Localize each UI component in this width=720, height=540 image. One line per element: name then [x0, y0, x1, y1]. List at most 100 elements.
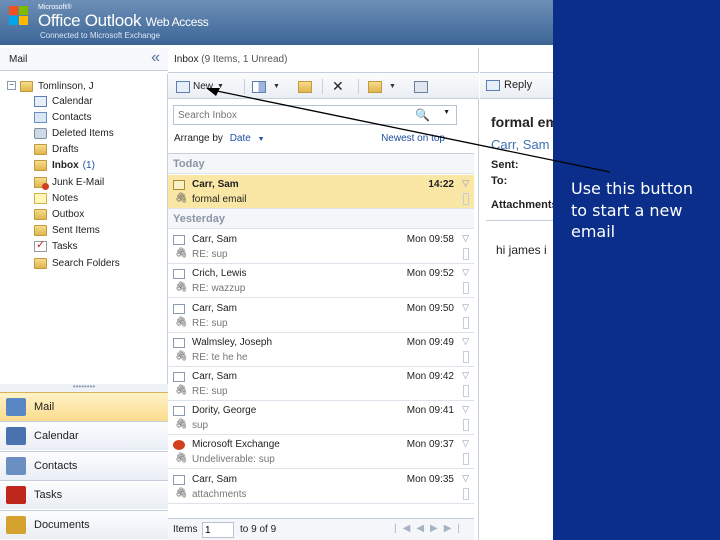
message-subject: RE: sup [192, 317, 228, 329]
trash-icon [34, 127, 47, 139]
folder-label: Drafts [52, 144, 79, 156]
message-row[interactable]: Walmsley, Joseph Mon 09:49 ▽ 🖇 RE: te he he [168, 333, 474, 367]
contacts-icon [6, 456, 26, 475]
message-sender: Carr, Sam [192, 179, 239, 190]
message-row[interactable]: Carr, Sam Mon 09:50 ▽ 🖇 RE: sup [168, 299, 474, 333]
new-dropdown-icon[interactable]: ▼ [217, 83, 224, 90]
folder-name: Inbox [174, 54, 199, 65]
message-checkbox[interactable] [463, 282, 469, 295]
arrange-value[interactable]: Date [230, 133, 251, 144]
nav-label: Tasks [34, 489, 63, 502]
folder-calendar[interactable]: Calendar [34, 93, 93, 109]
junk-icon [34, 176, 49, 190]
tree-toggle-icon[interactable]: − [7, 81, 16, 90]
delete-icon: ✕ [332, 78, 344, 94]
message-row[interactable]: Carr, Sam Mon 09:42 ▽ 🖇 RE: sup [168, 367, 474, 401]
folder-tasks[interactable]: Tasks [34, 238, 78, 255]
pager-range: to 9 of 9 [240, 524, 277, 535]
message-checkbox[interactable] [463, 248, 469, 261]
message-row[interactable]: Carr, Sam Mon 09:35 ▽ 🖇 attachments [168, 470, 474, 504]
move-folder-icon [298, 80, 312, 93]
folder-label: Sent Items [52, 225, 100, 237]
move-to-folder-button[interactable] [298, 77, 315, 96]
nav-mail[interactable]: Mail [0, 392, 168, 421]
folder-junk-e-mail[interactable]: Junk E-Mail [34, 174, 104, 190]
message-from[interactable]: Carr, Sam [491, 137, 550, 152]
message-row[interactable]: Carr, Sam Mon 09:58 ▽ 🖇 RE: sup [168, 230, 474, 265]
folder-inbox[interactable]: Inbox (1) [34, 158, 95, 174]
search-input[interactable] [174, 106, 414, 124]
folder-notes[interactable]: Notes [34, 190, 78, 206]
message-row[interactable]: Crich, Lewis Mon 09:52 ▽ 🖇 RE: wazzup [168, 264, 474, 299]
message-row[interactable]: Microsoft Exchange Mon 09:37 ▽ 🖇 Undeliverab… [168, 435, 474, 470]
folder-outbox[interactable]: Outbox [34, 206, 84, 222]
delete-button[interactable]: ✕ [332, 77, 344, 96]
new-button[interactable]: New ▼ [176, 77, 224, 96]
nav-calendar[interactable]: Calendar [0, 421, 168, 451]
folder-label: Search Folders [52, 257, 120, 269]
address-book-button[interactable] [414, 77, 431, 96]
search-box: 🔍 ▼ [173, 105, 457, 125]
move-dropdown-icon[interactable]: ▼ [389, 83, 396, 90]
nav-contacts[interactable]: Contacts [0, 450, 168, 480]
folder-label: Outbox [52, 208, 85, 220]
flag-icon[interactable]: ▽ [462, 233, 469, 244]
message-checkbox[interactable] [463, 350, 469, 363]
brand-title: Office Outlook Web Access [38, 11, 209, 31]
arrange-label: Arrange by [174, 133, 223, 144]
brand-office: Office Outlook [38, 11, 142, 30]
message-checkbox[interactable] [463, 453, 469, 466]
message-checkbox[interactable] [463, 385, 469, 397]
nav-documents[interactable]: Documents [0, 509, 168, 539]
view-dropdown-icon[interactable]: ▼ [273, 83, 280, 90]
search-icon[interactable]: 🔍 [415, 108, 430, 122]
message-body: hi james i [496, 243, 547, 257]
collapse-icon[interactable]: « [151, 49, 160, 67]
pager-input[interactable] [202, 522, 234, 538]
flag-icon[interactable]: ▽ [462, 438, 469, 449]
reply-button[interactable]: Reply [486, 79, 532, 91]
flag-icon[interactable]: ▽ [462, 336, 469, 347]
pager-label: Items [173, 524, 198, 535]
message-row[interactable]: Dority, George Mon 09:41 ▽ 🖇 sup [168, 401, 474, 436]
flag-icon[interactable]: ▽ [462, 267, 469, 278]
sort-order-link[interactable]: Newest on top [381, 133, 445, 144]
flag-icon[interactable]: ▽ [462, 370, 469, 381]
pager-nav-icons[interactable]: |◀◀▶▶| [394, 523, 466, 534]
splitter-handle[interactable]: •••••••• [0, 383, 168, 392]
message-checkbox[interactable] [463, 316, 469, 329]
flag-icon[interactable]: ▽ [462, 302, 469, 313]
folder-deleted-items[interactable]: Deleted Items [34, 125, 114, 141]
search-options-icon[interactable]: ▼ [443, 109, 450, 116]
flag-icon[interactable]: ▽ [462, 178, 469, 189]
header-divider [486, 220, 553, 221]
unread-mail-icon [173, 180, 185, 190]
move-button[interactable]: ▼ [368, 77, 396, 96]
new-button-label: New [193, 81, 214, 92]
message-row[interactable]: Carr, Sam 14:22 ▽ 🖇 formal email [168, 175, 474, 209]
nav-label: Calendar [34, 430, 79, 443]
view-button[interactable]: ▼ [252, 77, 280, 96]
mail-icon [6, 398, 26, 416]
arrange-dropdown-icon[interactable]: ▼ [258, 136, 265, 143]
message-checkbox[interactable] [463, 419, 469, 432]
mailbox-root[interactable]: Tomlinson, J [20, 78, 94, 94]
group-header: Yesterday [168, 209, 474, 230]
folder-contacts[interactable]: Contacts [34, 109, 91, 125]
nav-label: Contacts [34, 459, 78, 472]
replied-mail-icon [173, 235, 185, 246]
flag-icon[interactable]: ▽ [462, 404, 469, 415]
message-time: Mon 09:41 [406, 405, 454, 417]
undeliverable-icon [173, 440, 185, 451]
folder-search-folders[interactable]: Search Folders [34, 255, 120, 271]
nav-tasks[interactable]: Tasks [0, 480, 168, 510]
folder-label: Calendar [52, 95, 93, 107]
replied-mail-icon [173, 406, 185, 417]
message-checkbox[interactable] [463, 193, 469, 205]
notes-icon [34, 192, 47, 204]
folder-drafts[interactable]: Drafts [34, 142, 79, 158]
message-checkbox[interactable] [463, 487, 469, 500]
flag-icon[interactable]: ▽ [462, 473, 469, 484]
message-time: Mon 09:42 [406, 371, 454, 382]
folder-sent-items[interactable]: Sent Items [34, 223, 100, 239]
